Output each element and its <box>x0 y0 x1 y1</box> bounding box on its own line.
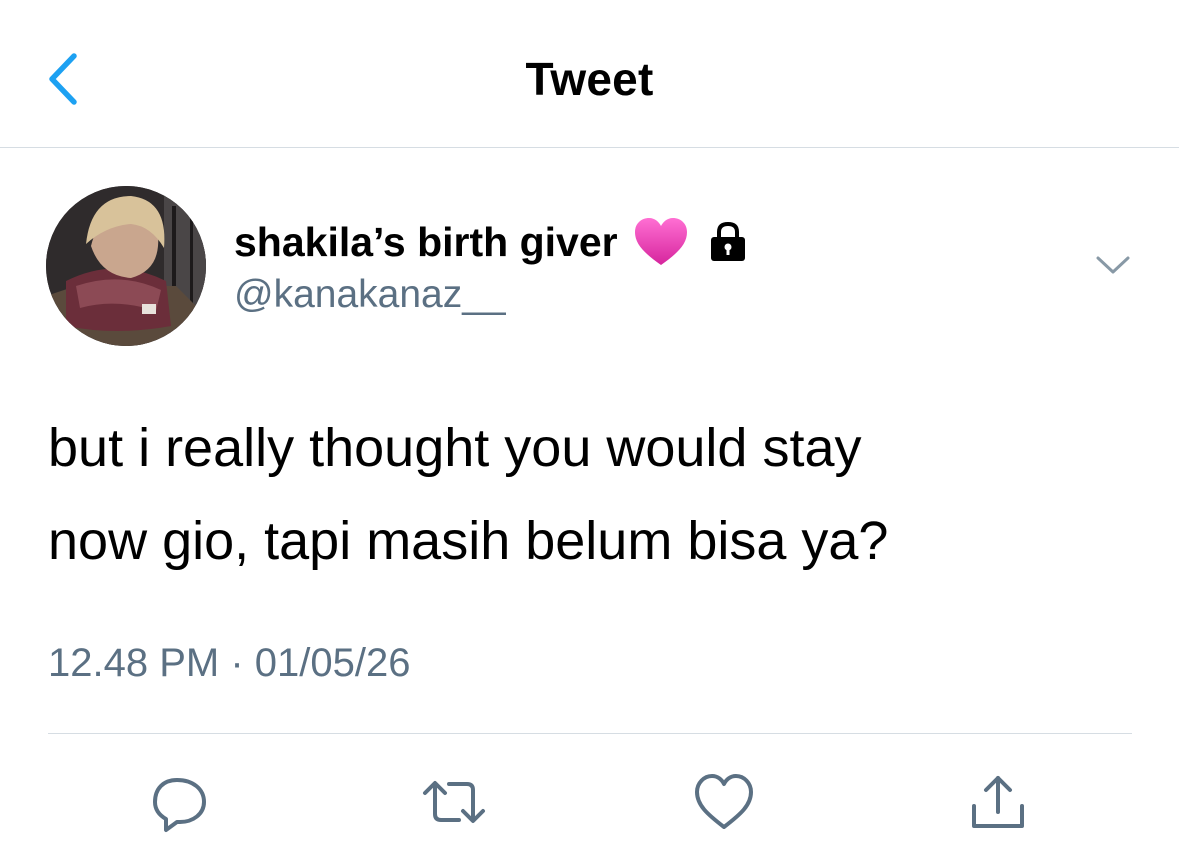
author-name-row[interactable]: shakila’s birth giver <box>234 212 750 272</box>
tweet-text-line: but i really thought you would stay <box>48 418 862 478</box>
share-icon <box>972 776 1024 828</box>
retweet-button[interactable] <box>418 766 490 838</box>
profile-photo <box>46 186 206 346</box>
tweet-text-line: now gio, tapi masih belum bisa ya? <box>48 511 889 571</box>
share-button[interactable] <box>962 766 1034 838</box>
tweet-timestamp: 12.48 PM · 01/05/26 <box>48 641 411 685</box>
reply-button[interactable] <box>144 766 216 838</box>
avatar[interactable] <box>46 186 206 346</box>
reply-icon <box>153 778 206 832</box>
top-bar: Tweet <box>0 0 1179 148</box>
like-button[interactable] <box>688 766 760 838</box>
lock-icon <box>710 221 745 261</box>
username-handle[interactable]: @kanakanaz__ <box>234 273 506 317</box>
divider <box>48 733 1132 734</box>
retweet-icon <box>423 781 485 823</box>
pink-heart-emoji-icon <box>634 218 687 265</box>
chevron-down-icon <box>1096 256 1130 274</box>
page-title: Tweet <box>525 53 654 105</box>
heart-icon <box>695 774 753 829</box>
more-options-button[interactable] <box>1090 248 1136 284</box>
tweet-text: but i really thought you would stay now … <box>48 402 1138 588</box>
display-name: shakila’s birth giver <box>234 218 618 265</box>
